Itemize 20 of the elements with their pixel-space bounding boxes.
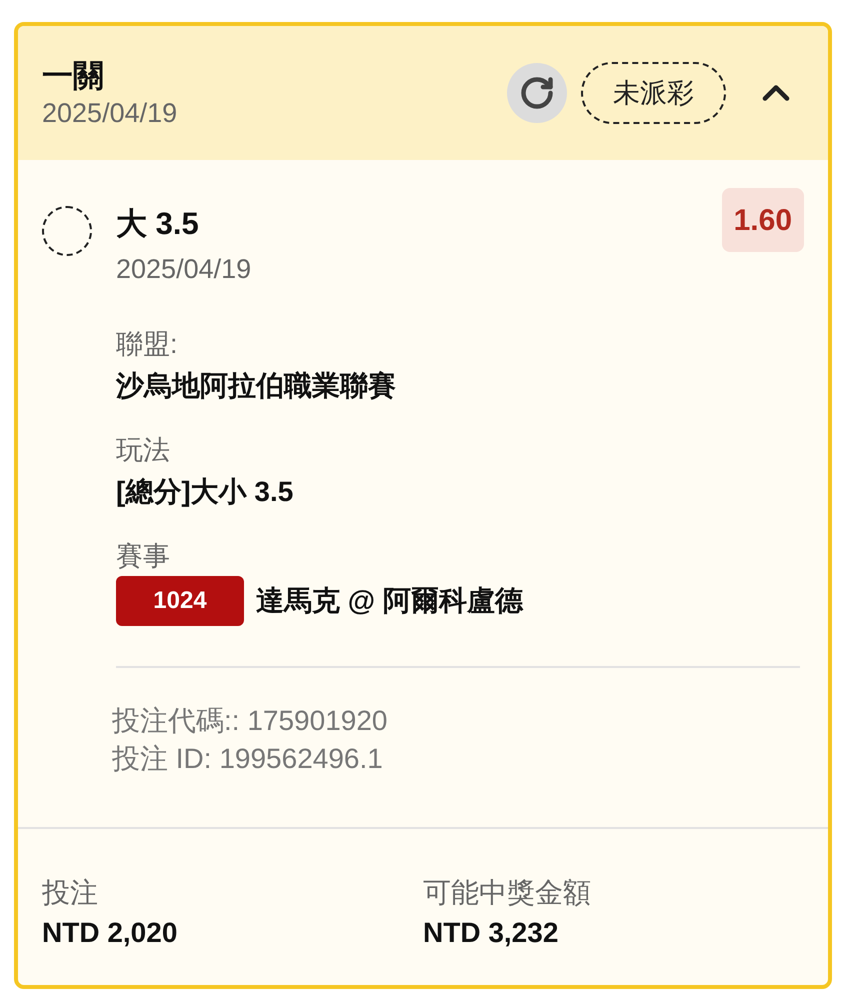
bet-id: 投注 ID: 199562496.1 — [112, 742, 384, 776]
detail-value: [總分]大小 3.5 — [116, 475, 294, 509]
amount-label: 投注 — [42, 876, 99, 910]
amount-value: NTD 3,232 — [423, 916, 560, 950]
bet-title: 一關 — [42, 57, 105, 95]
odds-badge: 1.60 — [722, 188, 804, 252]
status-tag: 未派彩 — [581, 62, 726, 124]
selection-name: 大 3.5 — [116, 205, 199, 243]
refresh-icon — [519, 75, 555, 111]
amount-label: 可能中獎金額 — [423, 876, 592, 910]
detail-value: 沙烏地阿拉伯職業聯賽 — [116, 369, 396, 403]
detail-label: 賽事 — [116, 540, 171, 573]
bet-date: 2025/04/19 — [42, 97, 178, 130]
match-number-badge: 1024 — [116, 576, 244, 626]
selection-date: 2025/04/19 — [116, 253, 252, 286]
bet-code: 投注代碼:: 175901920 — [112, 704, 388, 738]
amount-value: NTD 2,020 — [42, 916, 178, 950]
detail-value: 達馬克 @ 阿爾科盧德 — [256, 584, 523, 618]
detail-label: 玩法 — [116, 434, 171, 467]
detail-label: 聯盟: — [116, 328, 179, 361]
